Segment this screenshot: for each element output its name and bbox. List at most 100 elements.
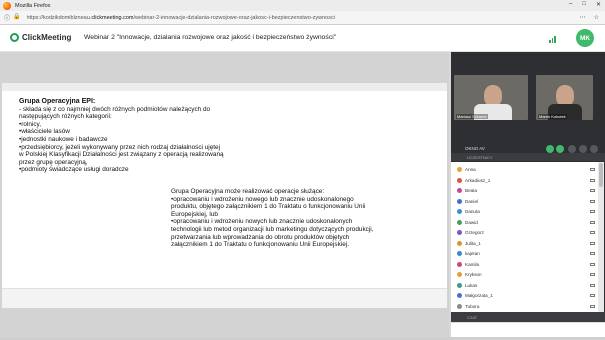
- attendee-avatar-icon: [457, 230, 462, 235]
- slide-line: •jednostki naukowe i badawcze: [19, 135, 108, 143]
- slide-line: przez grupę operacyjną,: [19, 158, 88, 166]
- attendee-avatar-icon: [457, 251, 462, 256]
- address-bar-row: ⓘ 🔒 https://kodzikdomiblzneau.clickmeeti…: [0, 11, 605, 25]
- attendee-name: Daniel: [465, 198, 479, 204]
- user-avatar[interactable]: MK: [576, 29, 594, 47]
- attendee-item[interactable]: Danuta: [457, 207, 480, 216]
- av-controls-row: OKNO AV: [451, 143, 605, 153]
- url-actions: ⋯ ☆: [580, 14, 599, 21]
- attendee-avatar-icon: [457, 282, 462, 288]
- attendee-item[interactable]: Lukas: [457, 281, 477, 290]
- attendee-item[interactable]: Daniel: [457, 197, 478, 206]
- minimize-icon[interactable]: –: [569, 1, 572, 8]
- microphone-icon[interactable]: [546, 145, 554, 153]
- attendee-status-icon: [590, 189, 595, 192]
- attendee-avatar-icon: [457, 240, 462, 246]
- attendee-item[interactable]: Tubora: [457, 302, 479, 311]
- attendee-name: Arkadiusz_1: [465, 177, 491, 183]
- window-controls: – □ ✕: [569, 1, 601, 8]
- attendee-name: Danuta: [465, 209, 480, 214]
- attendee-name: Lukas: [465, 282, 478, 288]
- close-icon[interactable]: ✕: [596, 1, 601, 8]
- av-window-label: OKNO AV: [465, 145, 485, 151]
- app-header: ClickMeeting Webinar 2 "Innowacje, dzial…: [0, 25, 605, 52]
- attendee-avatar-icon: [457, 167, 462, 172]
- slide-line: •przedsiębiorcy, jeżeli wykonywany przez…: [19, 143, 221, 151]
- firefox-icon: [3, 1, 11, 10]
- settings-gear-icon[interactable]: [579, 145, 587, 153]
- attendee-status-icon: [590, 199, 595, 203]
- clickmeeting-logo: ClickMeeting: [10, 33, 71, 42]
- bookmark-star-icon[interactable]: ☆: [594, 14, 599, 21]
- presenter-video-1[interactable]: Mariusz Szkarek: [454, 75, 528, 120]
- attendee-item[interactable]: Anna: [457, 165, 476, 174]
- attendee-status-icon: [590, 210, 595, 213]
- attendees-label: UCZESTNICY: [467, 155, 493, 160]
- share-icon[interactable]: [568, 145, 576, 153]
- slide-line: przetwarzania lub wprowadzania do obrotu…: [171, 233, 350, 241]
- attendee-name: Kamila: [465, 261, 480, 267]
- attendee-status-icon: [590, 220, 595, 224]
- url-prefix: https://kodzikdomiblzneau.: [26, 14, 92, 21]
- attendee-status-icon: [590, 178, 595, 182]
- attendee-scrollbar-thumb[interactable]: [599, 163, 603, 187]
- attendee-status-icon: [590, 231, 595, 234]
- attendee-item[interactable]: Dawid: [457, 218, 478, 227]
- attendee-status-icon: [590, 252, 595, 255]
- info-icon[interactable]: ⓘ: [4, 13, 10, 22]
- url-field[interactable]: https://kodzikdomiblzneau.clickmeeting.c…: [27, 15, 407, 21]
- attendee-name: Małgorzata_1: [465, 293, 493, 298]
- attendee-avatar-icon: [457, 293, 462, 298]
- attendee-item[interactable]: Kamila: [457, 260, 479, 269]
- attendee-item[interactable]: Arkadiusz_1: [457, 176, 490, 185]
- attendee-avatar-icon: [457, 188, 462, 193]
- window-title: Mozilla Firefox: [15, 2, 51, 9]
- slide-line: technologii lub metod organizacji lub ma…: [171, 225, 374, 233]
- attendee-item[interactable]: Krykson: [457, 270, 482, 279]
- logo-mark-icon: [10, 33, 19, 42]
- url-domain: clickmeeting.com: [91, 14, 134, 21]
- camera-icon[interactable]: [556, 145, 564, 153]
- slide-line: •opracowaniu i wdrożeniu nowych lub znac…: [171, 218, 353, 226]
- attendee-avatar-icon: [457, 261, 462, 267]
- slide-line: •podmioty świadczące usługi doradcze: [19, 166, 129, 174]
- slide-line: produktu, objętego załącznikiem 1 do Tra…: [171, 203, 366, 211]
- presenter-video-2[interactable]: Marek Kokotek: [536, 75, 593, 120]
- attendee-name: Julita_1: [465, 240, 481, 246]
- attendee-name: Anna: [465, 167, 476, 172]
- maximize-icon[interactable]: □: [582, 1, 586, 8]
- attendee-item[interactable]: kajetan: [457, 249, 480, 258]
- attendee-status-icon: [590, 241, 595, 245]
- expand-icon[interactable]: [590, 145, 598, 153]
- presenter-name: Mariusz Szkarek: [456, 114, 488, 119]
- attendee-item[interactable]: Beata: [457, 186, 477, 195]
- attendee-avatar-icon: [457, 303, 462, 309]
- slide-text-block-2: Grupa Operacyjna może realizować operacj…: [171, 188, 396, 249]
- slide-top-band: [2, 83, 447, 91]
- attendee-status-icon: [590, 304, 595, 308]
- slide-line: następujących różnych kategorii:: [19, 113, 112, 121]
- slide-text-block-1: Grupa Operacyjna EPI: - składa się z co …: [19, 98, 259, 174]
- attendee-list: Anna Arkadiusz_1 Beata Daniel Danuta Dawid Grz…: [451, 162, 598, 312]
- more-options-icon[interactable]: ⋯: [580, 14, 586, 21]
- attendee-item[interactable]: Julita_1: [457, 239, 481, 248]
- attendees-header[interactable]: UCZESTNICY: [451, 153, 605, 161]
- chat-input[interactable]: [451, 322, 605, 337]
- attendee-status-icon: [590, 262, 595, 266]
- attendee-avatar-icon: [457, 219, 462, 225]
- attendee-item[interactable]: Małgorzata_1: [457, 291, 493, 300]
- attendee-name: Beata: [465, 188, 478, 193]
- slide-line: Grupa Operacyjna może realizować operacj…: [171, 188, 325, 195]
- slide-line: w Polskiej Klasyfikacji Działalności jes…: [19, 151, 224, 159]
- chat-header[interactable]: CZAT: [451, 312, 605, 322]
- attendee-status-icon: [590, 283, 595, 287]
- lock-icon[interactable]: 🔒: [13, 13, 20, 22]
- attendee-status-icon: [590, 273, 595, 276]
- logo-text: ClickMeeting: [22, 33, 72, 42]
- attendee-avatar-icon: [457, 272, 462, 277]
- webinar-title: Webinar 2 "Innowacje, dzialania rozwojow…: [84, 34, 337, 41]
- slide-line: Europejskiej, lub: [171, 210, 218, 218]
- slide-line: załącznikiem 1 do Traktatu o funkcjonowa…: [171, 241, 349, 249]
- attendee-item[interactable]: Grzegorz: [457, 228, 484, 237]
- connection-signal-icon: [549, 36, 556, 43]
